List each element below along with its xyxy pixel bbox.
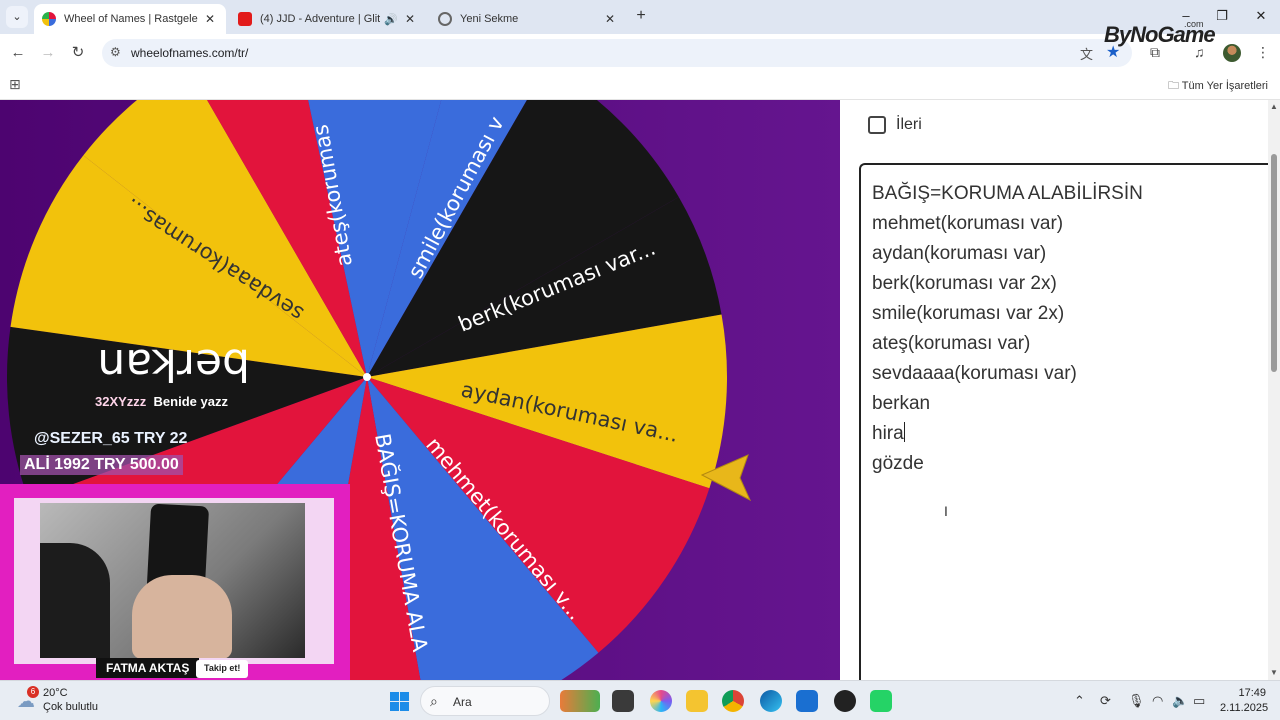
speaker-icon[interactable]: 🔊	[384, 13, 398, 26]
back-button[interactable]: ←	[8, 43, 28, 63]
page-content: berk(koruması var... aydan(koruması va...…	[0, 100, 1280, 680]
entry-line: aydan(koruması var)	[872, 243, 1047, 264]
text-cursor-icon: I	[944, 503, 948, 519]
file-explorer-icon[interactable]	[686, 690, 708, 712]
entry-line: gözde	[872, 453, 924, 474]
chrome-icon[interactable]	[722, 690, 744, 712]
donation-line: ALİ 1992 TRY 500.00	[20, 455, 183, 475]
follow-badge: Takip et!	[196, 660, 249, 678]
tab-title: (4) JJD - Adventure | Glitch	[260, 13, 381, 25]
battery-icon[interactable]: ▭	[1193, 693, 1205, 709]
webcam-overlay: FATMA AKTAŞ Takip et!	[0, 484, 350, 680]
all-bookmarks-label: Tüm Yer İşaretleri	[1181, 80, 1268, 92]
translate-icon[interactable]: 文	[1080, 44, 1093, 63]
reload-button[interactable]: ↻	[68, 43, 88, 63]
bookmarks-bar: ⊞ 🗀 Tüm Yer İşaretleri	[0, 72, 1280, 100]
scrollbar-thumb[interactable]	[1271, 154, 1277, 372]
avatar[interactable]	[1223, 44, 1241, 62]
clock-date[interactable]: 2.11.2025	[1220, 702, 1268, 714]
wifi-icon[interactable]: ◠	[1152, 693, 1163, 709]
weather-desc[interactable]: Çok bulutlu	[43, 701, 98, 713]
entry-line: berk(koruması var 2x)	[872, 273, 1057, 294]
chevron-down-icon[interactable]: ⌄	[6, 6, 28, 28]
browser-toolbar: ← → ↻ ⚙ wheelofnames.com/tr/ 文 ★	[0, 34, 1280, 72]
entry-text: hira	[872, 423, 904, 444]
entry-line: smile(koruması var 2x)	[872, 303, 1065, 324]
entry-line: BAĞIŞ=KORUMA ALABİLİRSİN	[872, 183, 1143, 204]
notification-badge: 6	[27, 686, 39, 698]
scrollbar[interactable]: ▲ ▼	[1268, 100, 1280, 680]
entry-line: sevdaaaa(koruması var)	[872, 363, 1077, 384]
copilot-icon[interactable]	[650, 690, 672, 712]
donation-name: 32XYzzz	[95, 394, 147, 409]
close-window-button[interactable]: ✕	[1251, 8, 1271, 24]
streamer-name: FATMA AKTAŞ	[96, 658, 200, 678]
entry-line-active: hira	[872, 419, 1268, 449]
url-text[interactable]: wheelofnames.com/tr/	[131, 46, 248, 60]
tab-youtube[interactable]: (4) JJD - Adventure | Glitch 🔊 ✕	[230, 4, 426, 34]
tab-bar: ⌄ Wheel of Names | Rastgele ad se ✕ (4) …	[0, 0, 1280, 34]
widget-icon[interactable]	[560, 690, 600, 712]
entry-line: mehmet(koruması var)	[872, 213, 1064, 234]
app-icon[interactable]	[870, 690, 892, 712]
scroll-down-icon[interactable]: ▼	[1270, 668, 1278, 677]
search-icon: ⌕	[430, 693, 438, 709]
scroll-up-icon[interactable]: ▲	[1270, 102, 1278, 111]
clock-time[interactable]: 17:49	[1234, 687, 1266, 699]
entry-line: ateş(koruması var)	[872, 333, 1031, 354]
webcam-video	[40, 503, 305, 658]
advanced-toggle[interactable]: İleri	[868, 116, 922, 134]
advanced-label: İleri	[896, 116, 922, 133]
entry-line: berkan	[872, 393, 931, 414]
edge-icon[interactable]	[760, 690, 782, 712]
donation-alert: 32XYzzz Benide yazz	[95, 394, 228, 409]
steam-icon[interactable]	[834, 690, 856, 712]
forward-button[interactable]: →	[38, 43, 58, 63]
text-caret	[903, 422, 905, 442]
apps-grid-icon[interactable]: ⊞	[9, 76, 21, 93]
person-hair	[40, 543, 110, 658]
tab-new[interactable]: Yeni Sekme ✕	[430, 4, 626, 34]
volume-icon[interactable]: 🔈	[1172, 693, 1188, 709]
tab-title: Yeni Sekme	[460, 13, 519, 25]
maximize-button[interactable]: ❐	[1212, 8, 1232, 24]
wheel-area: berk(koruması var... aydan(koruması va...…	[0, 100, 840, 680]
donation-message: Benide yazz	[153, 394, 228, 409]
wheel-favicon-icon	[42, 12, 56, 26]
watermark-logo: ByNoGame .com	[1104, 19, 1216, 48]
entries-panel: İleri BAĞIŞ=KORUMA ALABİLİRSİN mehmet(ko…	[840, 100, 1280, 680]
youtube-icon	[238, 12, 252, 26]
search-label: Ara	[453, 695, 472, 709]
webcam-frame	[14, 498, 334, 664]
sync-icon[interactable]: ⟳	[1100, 693, 1111, 709]
start-button[interactable]	[390, 692, 409, 711]
close-icon[interactable]: ✕	[402, 12, 418, 26]
new-tab-button[interactable]: +	[632, 7, 650, 25]
chevron-up-icon[interactable]: ⌃	[1074, 693, 1085, 709]
microphone-icon[interactable]: 🎙	[1128, 693, 1145, 709]
tab-title: Wheel of Names | Rastgele ad se	[64, 13, 198, 25]
wheel-label: berkan	[97, 339, 250, 390]
wheel-center	[363, 373, 371, 381]
store-icon[interactable]	[796, 690, 818, 712]
tab-wheel-of-names[interactable]: Wheel of Names | Rastgele ad se ✕	[34, 4, 226, 34]
all-bookmarks-button[interactable]: 🗀 Tüm Yer İşaretleri	[1168, 77, 1268, 96]
menu-icon[interactable]: ⋮	[1256, 44, 1270, 61]
advanced-checkbox[interactable]	[868, 116, 886, 134]
watermark-suffix: .com	[1184, 19, 1204, 29]
hand-image	[132, 575, 232, 658]
taskbar: ☁ 6 20°C Çok bulutlu ⌕ Ara ⌃ ⟳ 🎙 ◠ 🔈 ▭ 1…	[0, 680, 1280, 720]
weather-temp[interactable]: 20°C	[43, 687, 68, 699]
close-icon[interactable]: ✕	[202, 12, 218, 26]
entries-textarea[interactable]: BAĞIŞ=KORUMA ALABİLİRSİN mehmet(koruması…	[859, 163, 1279, 680]
donation-line: @SEZER_65 TRY 22	[34, 430, 188, 447]
site-info-icon[interactable]: ⚙	[110, 45, 121, 59]
task-view-icon[interactable]	[612, 690, 634, 712]
address-bar[interactable]: ⚙ wheelofnames.com/tr/ 文 ★	[102, 39, 1132, 67]
taskbar-search[interactable]: ⌕ Ara	[420, 686, 550, 716]
folder-icon: 🗀	[1167, 80, 1182, 92]
close-icon[interactable]: ✕	[602, 12, 618, 26]
globe-icon	[438, 12, 452, 26]
